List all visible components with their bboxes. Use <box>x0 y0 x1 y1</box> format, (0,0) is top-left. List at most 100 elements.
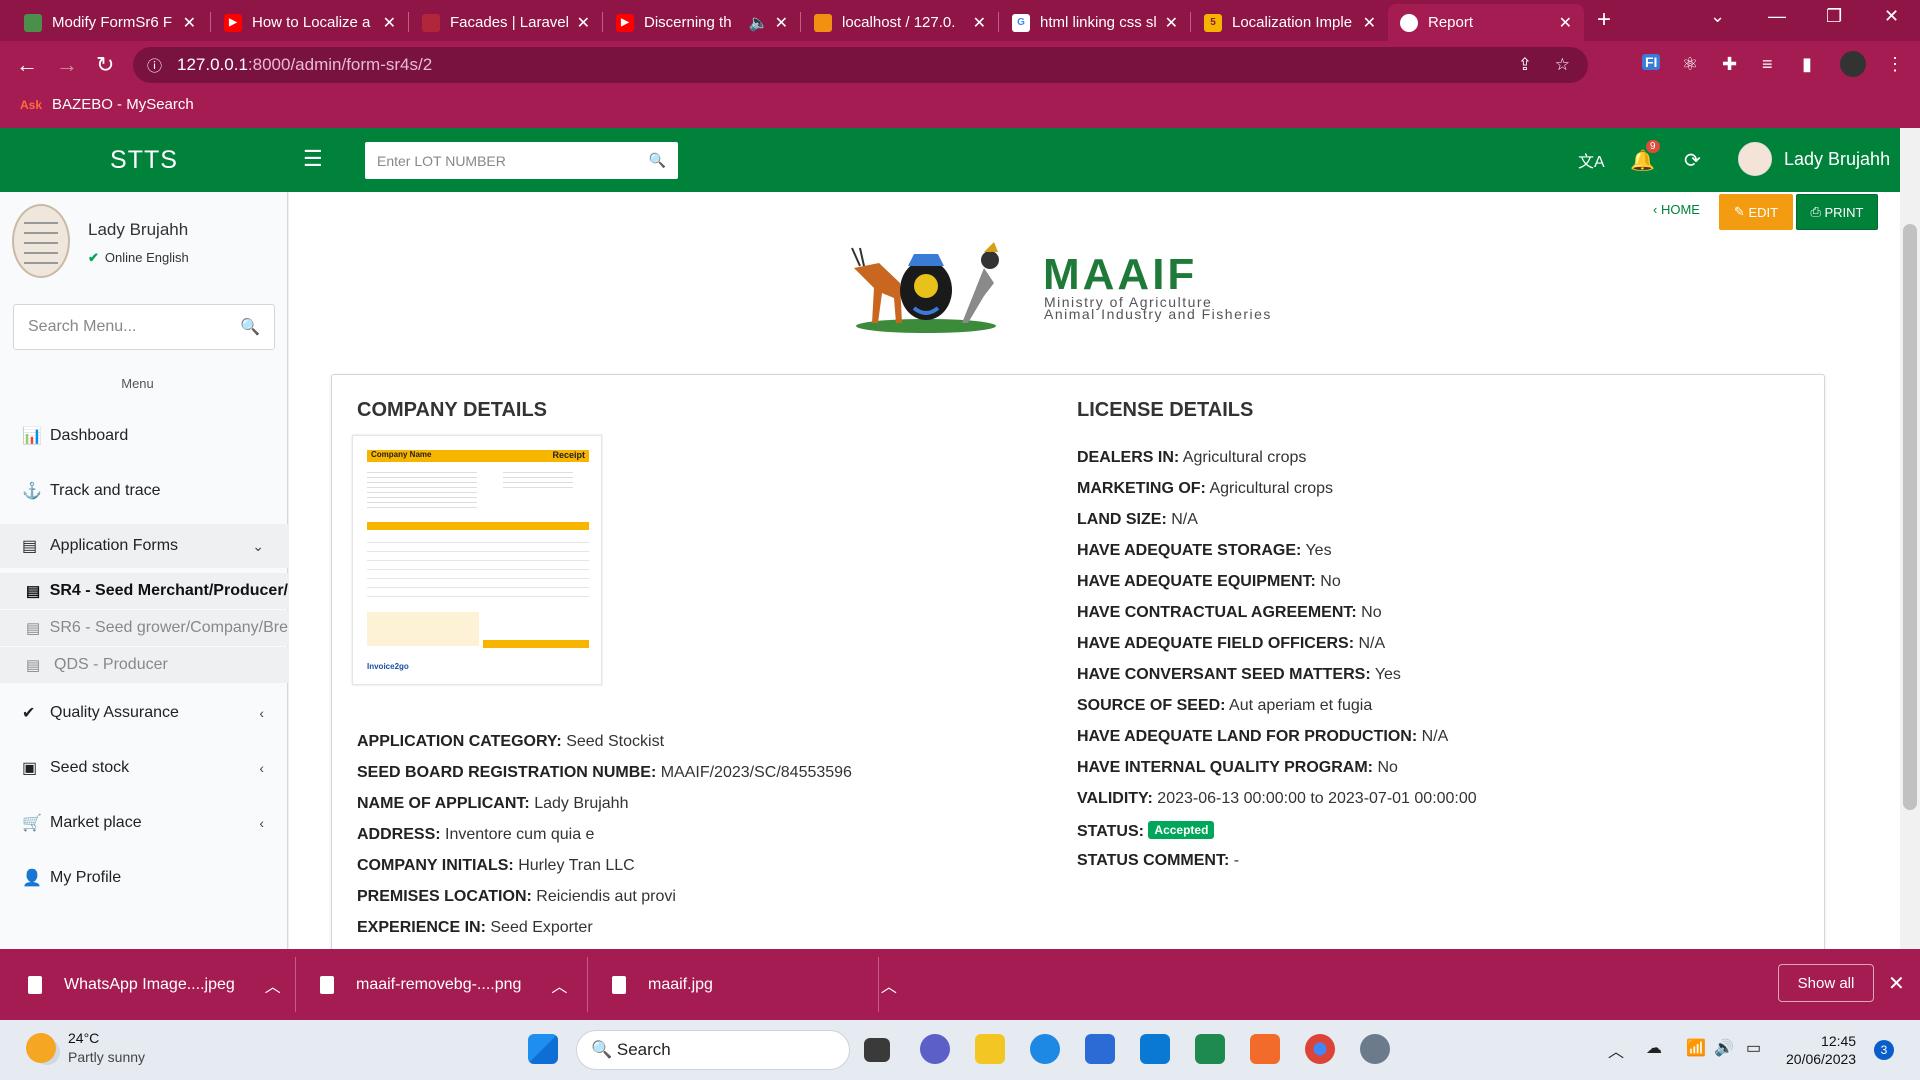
sidebar-subitem-qds[interactable]: ▤ QDS - Producer <box>0 647 288 683</box>
browser-tab[interactable]: Modify FormSr6 F ✕ <box>12 4 208 41</box>
sidebar-subitem-sr4[interactable]: ▤ SR4 - Seed Merchant/Producer/ <box>0 573 288 609</box>
back-icon[interactable]: ← <box>16 52 38 78</box>
browser-tab[interactable]: 5 Localization Imple ✕ <box>1192 4 1388 41</box>
volume-icon[interactable]: 🔊 <box>1714 1038 1734 1058</box>
task-view-icon[interactable] <box>864 1038 890 1062</box>
translate-icon[interactable]: 文A <box>1578 148 1605 172</box>
sidepanel-icon[interactable]: ▮ <box>1802 54 1812 75</box>
close-window-icon[interactable]: ✕ <box>1884 6 1899 27</box>
extension-fi-icon[interactable]: FI <box>1642 54 1661 70</box>
chevron-up-icon[interactable]: ︿ <box>1608 1038 1624 1062</box>
info-icon[interactable]: ⓘ <box>147 55 162 76</box>
notification-count-badge[interactable]: 3 <box>1874 1040 1894 1060</box>
close-icon[interactable]: ✕ <box>1363 13 1376 33</box>
download-item[interactable]: maaif.jpg ︿ <box>612 949 897 1020</box>
minimize-icon[interactable]: — <box>1768 6 1786 27</box>
header-user[interactable]: Lady Brujahh <box>1738 142 1890 176</box>
close-icon[interactable]: ✕ <box>775 13 788 33</box>
maximize-icon[interactable]: ❐ <box>1826 6 1842 27</box>
sidebar-subitem-sr6[interactable]: ▤ SR6 - Seed grower/Company/Bre <box>0 610 288 646</box>
chevron-up-icon[interactable]: ︿ <box>551 973 567 997</box>
cart-icon: 🛒 <box>22 815 42 832</box>
close-icon[interactable]: ✕ <box>1888 971 1905 996</box>
taskbar-search[interactable]: 🔍 Search <box>576 1030 850 1070</box>
chevron-up-icon[interactable]: ︿ <box>881 973 897 997</box>
forward-icon[interactable]: → <box>56 52 78 78</box>
mute-icon[interactable]: 🔈 <box>749 13 769 33</box>
react-icon[interactable]: ⚛ <box>1682 54 1698 75</box>
receipt-image[interactable]: Company Name Receipt Invoice2go <box>352 435 602 685</box>
weather-widget[interactable]: 24°C Partly sunny <box>26 1030 145 1065</box>
store-icon[interactable] <box>1085 1034 1115 1064</box>
app-header: STTS ☰ Enter LOT NUMBER 🔍 文A 🔔 9 ⟳ Lady B… <box>0 128 1900 192</box>
battery-icon[interactable]: ▭ <box>1746 1038 1761 1058</box>
app-logo[interactable]: STTS <box>0 128 288 192</box>
profile-avatar[interactable] <box>1840 51 1866 77</box>
sidebar-item-track-and-trace[interactable]: ⚓ Track and trace <box>0 469 288 513</box>
close-icon[interactable]: ✕ <box>1559 13 1572 33</box>
user-status: ✔ Online English <box>88 250 189 265</box>
print-button[interactable]: ⎙ PRINT <box>1796 194 1878 230</box>
chevron-up-icon[interactable]: ︿ <box>265 973 281 997</box>
sidebar-item-dashboard[interactable]: 📊 Dashboard <box>0 414 288 458</box>
show-all-button[interactable]: Show all <box>1778 964 1874 1002</box>
chrome-icon[interactable] <box>1305 1034 1335 1064</box>
refresh-icon[interactable]: ⟳ <box>1684 148 1701 173</box>
search-icon[interactable]: 🔍 <box>240 317 260 337</box>
browser-tab[interactable]: ▶ How to Localize a ✕ <box>212 4 408 41</box>
sidebar-item-application-forms[interactable]: ▤ Application Forms ⌄ <box>0 524 288 568</box>
xampp-icon[interactable] <box>1250 1034 1280 1064</box>
menu-search-input[interactable]: Search Menu... 🔍 <box>13 304 275 350</box>
close-icon[interactable]: ✕ <box>973 13 986 33</box>
hamburger-icon[interactable]: ☰ <box>303 146 323 172</box>
browser-tab-active[interactable]: Report ✕ <box>1388 4 1584 41</box>
download-item[interactable]: maaif-removebg-....png ︿ <box>320 949 567 1020</box>
sidebar-user-name: Lady Brujahh <box>88 220 189 239</box>
media-icon[interactable]: ≡ <box>1762 54 1773 75</box>
new-tab-icon[interactable]: + <box>1597 6 1611 34</box>
close-icon[interactable]: ✕ <box>183 13 196 33</box>
close-icon[interactable]: ✕ <box>1165 13 1178 33</box>
field-experience: EXPERIENCE IN: Seed Exporter <box>357 919 593 936</box>
vscode-icon[interactable] <box>1140 1034 1170 1064</box>
share-icon[interactable]: ⇪ <box>1518 55 1532 75</box>
phpmyadmin-icon <box>814 13 832 32</box>
address-bar[interactable]: ⓘ 127.0.0.1:8000/admin/form-sr4s/2 ⇪ ☆ <box>133 47 1588 83</box>
browser-tab[interactable]: ▶ Discerning th 🔈 ✕ <box>604 4 800 41</box>
browser-tab[interactable]: Facades | Laravel ✕ <box>410 4 602 41</box>
scrollbar-thumb[interactable] <box>1903 224 1917 810</box>
field-address: ADDRESS: Inventore cum quia e <box>357 826 595 843</box>
close-icon[interactable]: ✕ <box>383 13 396 33</box>
user-icon: 👤 <box>22 870 42 887</box>
sidebar-item-seed-stock[interactable]: ▣ Seed stock ‹ <box>0 746 288 790</box>
sidebar-item-quality-assurance[interactable]: ✔ Quality Assurance ‹ <box>0 691 288 735</box>
home-button[interactable]: ‹ HOME <box>1653 202 1700 217</box>
puzzle-icon[interactable]: ✚ <box>1722 54 1737 75</box>
file-explorer-icon[interactable] <box>975 1034 1005 1064</box>
browser-tab[interactable]: Ghtml linking css sl ✕ <box>1000 4 1190 41</box>
edit-button[interactable]: ✎ EDIT <box>1719 194 1793 230</box>
chevron-left-icon: ‹ <box>1653 202 1661 217</box>
lot-search-input[interactable]: Enter LOT NUMBER 🔍 <box>365 142 678 179</box>
chat-icon[interactable] <box>920 1034 950 1064</box>
sidebar-item-my-profile[interactable]: 👤 My Profile <box>0 856 288 900</box>
windows-start-icon[interactable] <box>528 1034 558 1064</box>
sidebar-item-market-place[interactable]: 🛒 Market place ‹ <box>0 801 288 845</box>
bookmark-item[interactable]: Ask BAZEBO - MySearch <box>20 96 194 113</box>
close-icon[interactable]: ✕ <box>577 13 590 33</box>
menu-dots-icon[interactable]: ⋮ <box>1886 54 1904 75</box>
tab-s-icon: 5 <box>1204 13 1222 32</box>
reload-icon[interactable]: ↻ <box>96 52 114 78</box>
edge-icon[interactable] <box>1030 1034 1060 1064</box>
download-item[interactable]: WhatsApp Image....jpeg ︿ <box>28 949 281 1020</box>
browser-tab[interactable]: localhost / 127.0. ✕ <box>802 4 998 41</box>
search-icon[interactable]: 🔍 <box>649 152 666 169</box>
tab-search-icon[interactable]: ⌄ <box>1710 6 1725 27</box>
settings-icon[interactable] <box>1360 1034 1390 1064</box>
wifi-icon[interactable]: 📶 <box>1686 1038 1706 1058</box>
terminal-icon[interactable] <box>1195 1034 1225 1064</box>
page-scrollbar[interactable] <box>1900 128 1920 949</box>
star-icon[interactable]: ☆ <box>1555 55 1570 75</box>
clock[interactable]: 12:45 20/06/2023 <box>1786 1032 1856 1068</box>
cloud-icon[interactable]: ☁ <box>1646 1038 1662 1058</box>
